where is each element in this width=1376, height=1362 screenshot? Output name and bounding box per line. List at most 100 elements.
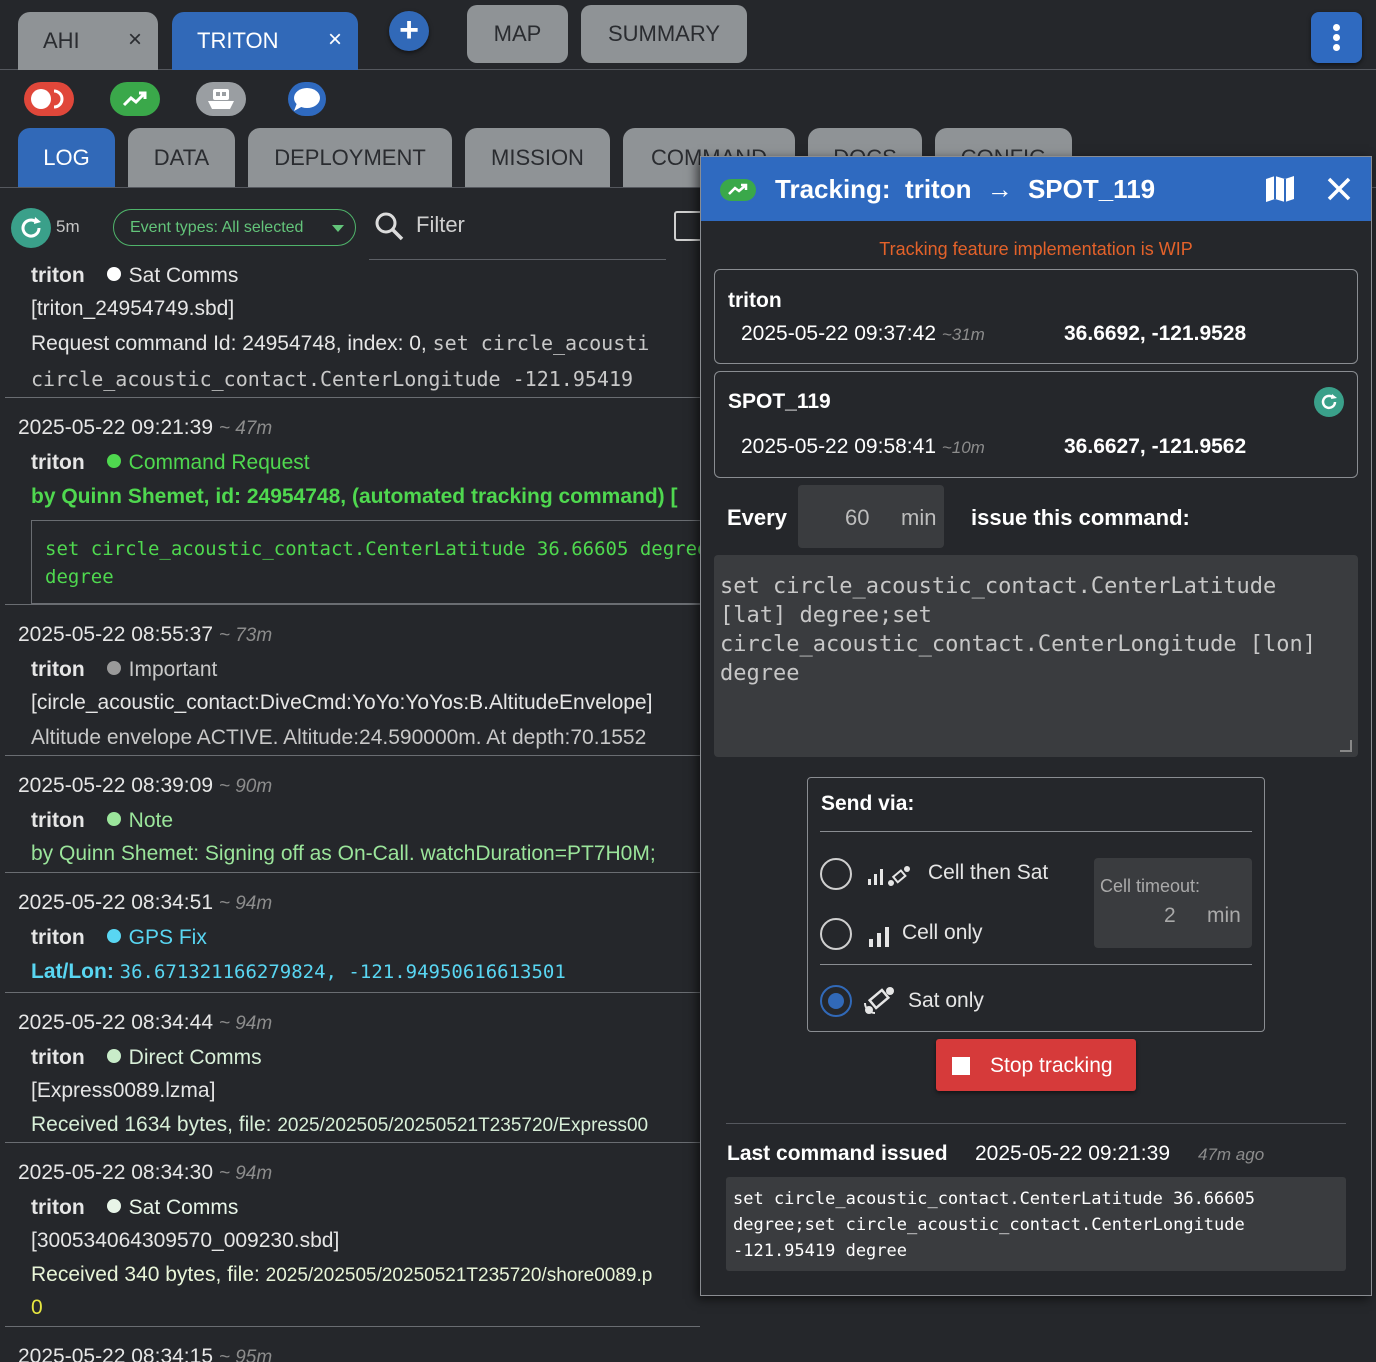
interval-input[interactable]: 60 min — [798, 485, 944, 548]
top-tab-bar: AHI × TRITON × + MAP SUMMARY — [0, 0, 1376, 70]
map-view-button[interactable]: MAP — [467, 5, 568, 63]
title-target: SPOT_119 — [1027, 174, 1156, 204]
event-type: Direct Comms — [128, 1046, 262, 1069]
close-icon[interactable] — [1325, 175, 1353, 208]
filter-input[interactable]: Filter — [416, 212, 465, 238]
more-vertical-icon[interactable] — [1311, 12, 1362, 63]
time-ago: ~ 94m — [218, 893, 273, 914]
stop-tracking-label: Stop tracking — [990, 1054, 1113, 1077]
vehicle-name: triton — [31, 451, 85, 474]
tab-triton[interactable]: TRITON × — [172, 12, 358, 70]
event-type: Note — [128, 809, 174, 832]
vehicle-name: triton — [31, 1196, 85, 1219]
trending-up-icon[interactable] — [110, 82, 160, 116]
event-text: 0 — [31, 1296, 43, 1319]
status-dot — [106, 267, 121, 281]
vehicle-name: triton — [31, 264, 85, 287]
time-ago: ~31m — [941, 325, 985, 344]
list-item[interactable]: 2025-05-22 08:55:37 ~ 73m triton Importan… — [5, 605, 700, 756]
resize-handle-icon[interactable] — [1340, 740, 1352, 752]
radio-sat-only[interactable] — [820, 985, 852, 1017]
file-path: 2025/202505/20250521T235720/shore0089.p — [265, 1265, 653, 1286]
cell-timeout-label: Cell timeout: — [1100, 876, 1201, 896]
status-dot — [106, 661, 121, 675]
tab-mission[interactable]: MISSION — [465, 128, 610, 188]
radio-cell-only[interactable] — [820, 918, 852, 950]
log-list: triton Sat Comms [triton_24954749.sbd] Re… — [0, 262, 700, 1362]
last-command-label: Last command issued — [727, 1142, 948, 1165]
wip-notice: Tracking feature implementation is WIP — [879, 239, 1193, 259]
divider — [726, 1123, 1346, 1124]
event-text: Request command Id: 24954748, index: 0, — [31, 332, 433, 355]
close-icon[interactable]: × — [328, 26, 342, 54]
event-type: Important — [128, 658, 218, 681]
status-dot — [106, 454, 121, 468]
target-card: SPOT_119 2025-05-22 09:58:41 ~10m 36.662… — [714, 371, 1358, 478]
timestamp: 2025-05-22 08:34:51 — [18, 891, 213, 914]
event-text: Received 1634 bytes, file: — [31, 1113, 278, 1136]
timestamp: 2025-05-22 09:21:39 — [18, 416, 213, 439]
tab-ahi[interactable]: AHI × — [18, 12, 158, 70]
source-card: triton 2025-05-22 09:37:42 ~31m 36.6692,… — [714, 269, 1358, 364]
map-icon[interactable] — [1263, 173, 1297, 210]
add-tab-button[interactable]: + — [389, 11, 429, 51]
chevron-down-icon — [332, 225, 344, 232]
source-position: 36.6692, -121.9528 — [1064, 322, 1247, 345]
refresh-icon[interactable] — [1314, 387, 1344, 417]
source-time: 2025-05-22 09:37:42 — [741, 322, 936, 345]
event-text: Received 340 bytes, file: — [31, 1263, 266, 1286]
option-cell-only[interactable]: Cell only — [902, 921, 983, 945]
cell-timeout-input[interactable]: Cell timeout: 2 min — [1094, 858, 1252, 948]
list-item[interactable]: 2025-05-22 08:34:30 ~ 94m triton Sat Comm… — [5, 1143, 700, 1327]
file-path: 2025/202505/20250521T235720/Express00 — [277, 1115, 649, 1136]
latlon-value: 36.671321166279824, -121.94950616613501 — [119, 961, 566, 983]
tab-deployment[interactable]: DEPLOYMENT — [248, 128, 452, 188]
event-text: [Express0089.lzma] — [31, 1079, 216, 1102]
vehicle-name: triton — [31, 1046, 85, 1069]
last-command-text: set circle_acoustic_contact.CenterLatitu… — [733, 1189, 1255, 1261]
tab-log[interactable]: LOG — [18, 128, 115, 188]
command-template-text: set circle_acoustic_contact.CenterLatitu… — [720, 574, 1317, 686]
event-types-select[interactable]: Event types: All selected — [113, 209, 356, 246]
list-item[interactable]: triton Sat Comms [triton_24954749.sbd] Re… — [5, 262, 700, 398]
status-dot — [106, 812, 121, 826]
refresh-icon[interactable] — [11, 208, 51, 248]
time-ago: ~ 95m — [218, 1347, 273, 1362]
latlon-label: Lat/Lon: — [31, 960, 114, 983]
command-text: degree — [45, 566, 114, 588]
toggle-icon[interactable] — [24, 82, 74, 116]
refresh-period[interactable]: 5m — [56, 217, 80, 237]
tab-data[interactable]: DATA — [128, 128, 235, 188]
stop-tracking-button[interactable]: Stop tracking — [936, 1039, 1136, 1091]
list-item[interactable]: 2025-05-22 08:39:09 ~ 90m triton Note by … — [5, 756, 700, 873]
last-command-time: 2025-05-22 09:21:39 — [975, 1142, 1170, 1165]
satellite-icon — [862, 985, 896, 1022]
status-dot — [106, 1199, 121, 1213]
stop-icon — [952, 1057, 970, 1075]
signal-satellite-icon — [866, 863, 916, 894]
time-ago: ~ 73m — [218, 625, 273, 646]
close-icon[interactable]: × — [128, 26, 142, 54]
panel-title: Tracking: triton → SPOT_119 — [775, 174, 1155, 205]
list-item[interactable]: 2025-05-22 08:34:44 ~ 94m triton Direct C… — [5, 993, 700, 1143]
timestamp: 2025-05-22 08:34:44 — [18, 1011, 213, 1034]
time-ago: ~ 47m — [218, 418, 273, 439]
list-item[interactable]: 2025-05-22 08:34:51 ~ 94m triton GPS Fix … — [5, 873, 700, 993]
event-type: Command Request — [128, 451, 310, 474]
timestamp: 2025-05-22 08:34:30 — [18, 1161, 213, 1184]
list-item[interactable]: 2025-05-22 08:34:15 ~ 95m — [5, 1327, 700, 1362]
title-source: triton — [905, 174, 972, 204]
send-via-title: Send via: — [821, 792, 915, 815]
radio-cell-then-sat[interactable] — [820, 858, 852, 890]
vehicle-name: triton — [31, 809, 85, 832]
status-dot — [106, 1049, 121, 1063]
target-time: 2025-05-22 09:58:41 — [741, 435, 936, 458]
summary-view-button[interactable]: SUMMARY — [581, 5, 747, 63]
option-cell-then-sat[interactable]: Cell then Sat — [928, 861, 1048, 885]
filter-underline — [369, 259, 666, 260]
command-template-textarea[interactable]: set circle_acoustic_contact.CenterLatitu… — [714, 555, 1358, 757]
chat-icon[interactable] — [288, 82, 326, 116]
option-sat-only[interactable]: Sat only — [908, 989, 984, 1013]
list-item[interactable]: 2025-05-22 09:21:39 ~ 47m triton Command … — [5, 398, 700, 605]
ship-icon[interactable] — [196, 82, 246, 116]
